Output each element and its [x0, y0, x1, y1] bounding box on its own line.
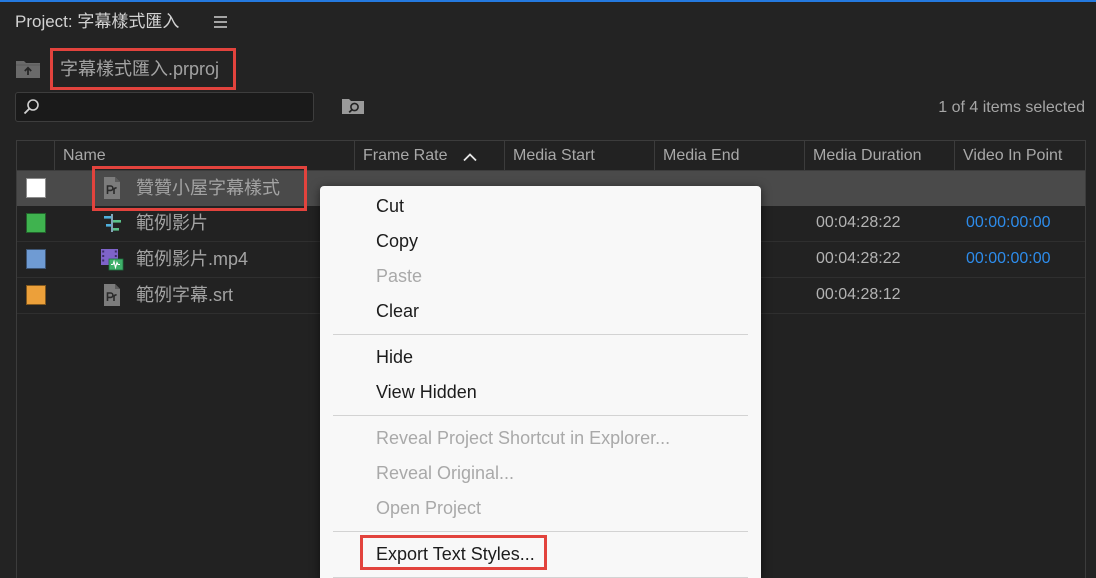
- menu-item-label: Clear: [376, 301, 420, 321]
- media-duration-cell: 00:04:28:22: [816, 214, 901, 231]
- media-duration-cell: 00:04:28:12: [816, 286, 901, 303]
- column-header-label: Media Duration: [813, 147, 922, 164]
- column-header-label: Name: [63, 147, 106, 164]
- menu-separator: [320, 526, 761, 537]
- panel-focus-border: [0, 0, 1096, 2]
- table-header: Name Frame Rate Media Start Media End Me…: [17, 141, 1085, 171]
- parent-folder-icon[interactable]: [15, 59, 41, 79]
- menu-separator: [320, 572, 761, 578]
- label-color-swatch[interactable]: [26, 285, 46, 305]
- premiere-file-icon: [100, 283, 124, 307]
- column-header-media-start[interactable]: Media Start: [504, 141, 654, 170]
- project-file-name: 字幕樣式匯入.prproj: [60, 59, 220, 79]
- context-menu: Cut Copy Paste Clear Hide View Hidden Re…: [320, 186, 761, 578]
- search-field[interactable]: [15, 92, 314, 122]
- item-name[interactable]: 範例影片: [136, 206, 208, 240]
- menu-item-clear[interactable]: Clear: [320, 294, 761, 329]
- menu-item-cut[interactable]: Cut: [320, 189, 761, 224]
- menu-item-reveal-original: Reveal Original...: [320, 456, 761, 491]
- column-header-label: Media End: [663, 147, 740, 164]
- column-header-label: Video In Point: [963, 147, 1063, 164]
- menu-item-paste: Paste: [320, 259, 761, 294]
- hamburger-menu-icon[interactable]: [213, 15, 228, 29]
- item-name[interactable]: 贊贊小屋字幕樣式: [136, 171, 280, 205]
- premiere-file-icon: [100, 176, 124, 200]
- menu-separator: [320, 329, 761, 340]
- column-header-media-duration[interactable]: Media Duration: [804, 141, 954, 170]
- chevron-up-icon: [462, 152, 478, 162]
- column-header-name[interactable]: Name: [54, 141, 354, 170]
- label-color-swatch[interactable]: [26, 249, 46, 269]
- menu-item-label: Reveal Original...: [376, 463, 515, 483]
- video-clip-icon: [100, 247, 124, 271]
- sequence-icon: [100, 211, 124, 235]
- menu-item-label: Open Project: [376, 498, 482, 518]
- menu-item-open-project: Open Project: [320, 491, 761, 526]
- menu-item-view-hidden[interactable]: View Hidden: [320, 375, 761, 410]
- video-in-point-cell[interactable]: 00:00:00:00: [966, 242, 1051, 276]
- label-color-swatch[interactable]: [26, 178, 46, 198]
- menu-item-label: Hide: [376, 347, 414, 367]
- menu-item-label: View Hidden: [376, 382, 477, 402]
- menu-item-hide[interactable]: Hide: [320, 340, 761, 375]
- search-icon: [22, 98, 40, 116]
- menu-item-label: Paste: [376, 266, 423, 286]
- column-header-label: Media Start: [513, 147, 595, 164]
- item-name[interactable]: 範例字幕.srt: [136, 278, 233, 312]
- item-name[interactable]: 範例影片.mp4: [136, 242, 248, 276]
- column-header-frame-rate[interactable]: Frame Rate: [354, 141, 504, 170]
- search-input[interactable]: [46, 96, 308, 118]
- column-header-video-in-point[interactable]: Video In Point: [954, 141, 1085, 170]
- new-search-bin-icon[interactable]: [341, 96, 365, 116]
- menu-item-export-text-styles[interactable]: Export Text Styles...: [320, 535, 761, 572]
- menu-item-label: Copy: [376, 231, 419, 251]
- video-in-point-cell[interactable]: 00:00:00:00: [966, 206, 1051, 240]
- column-header-label-color[interactable]: [17, 141, 54, 170]
- label-color-swatch[interactable]: [26, 213, 46, 233]
- menu-item-reveal-project-shortcut: Reveal Project Shortcut in Explorer...: [320, 421, 761, 456]
- menu-item-label: Export Text Styles...: [376, 544, 535, 564]
- menu-item-copy[interactable]: Copy: [320, 224, 761, 259]
- menu-item-label: Cut: [376, 196, 405, 216]
- menu-item-label: Reveal Project Shortcut in Explorer...: [376, 428, 671, 448]
- panel-title[interactable]: Project: 字幕樣式匯入: [15, 10, 179, 34]
- menu-separator: [320, 410, 761, 421]
- column-header-media-end[interactable]: Media End: [654, 141, 804, 170]
- column-header-label: Frame Rate: [363, 147, 448, 164]
- selection-status: 1 of 4 items selected: [938, 99, 1085, 116]
- media-duration-cell: 00:04:28:22: [816, 250, 901, 267]
